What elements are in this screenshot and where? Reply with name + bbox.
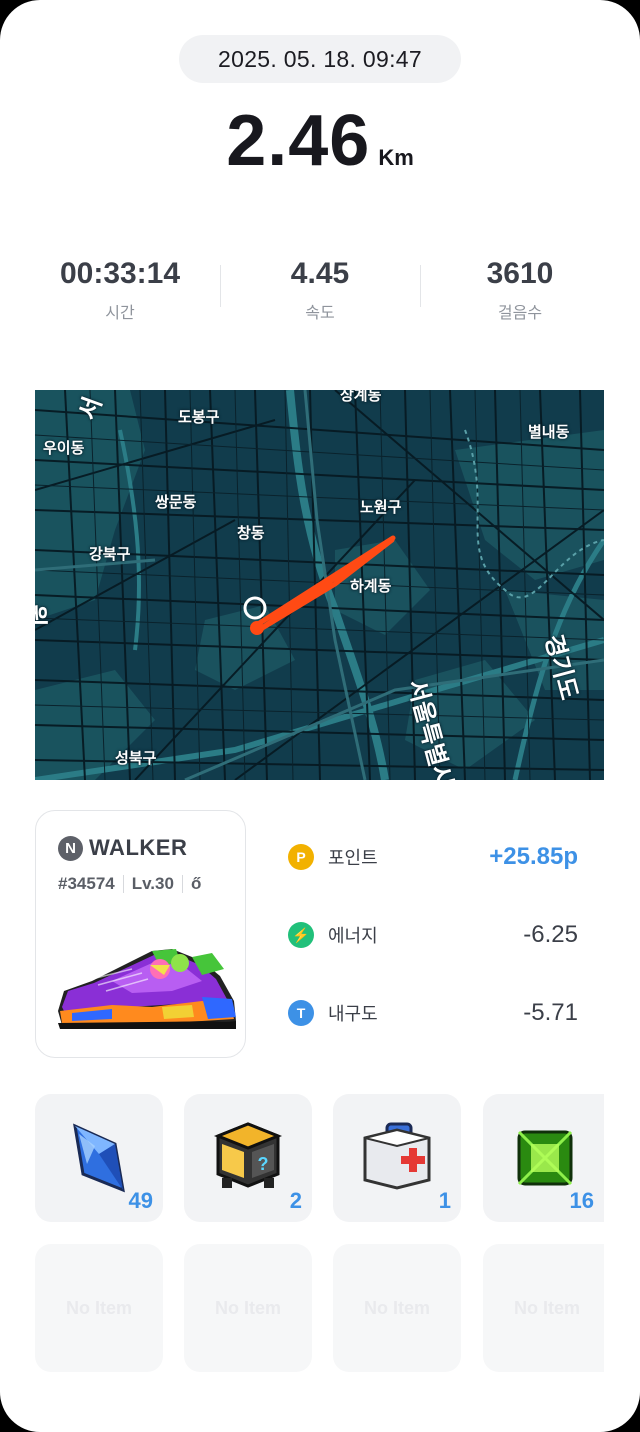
durability-icon: T	[288, 1000, 314, 1026]
reward-point-label: 포인트	[328, 848, 378, 869]
map-label-chang: 창동	[237, 524, 265, 542]
shoe-brand-name: WALKER	[89, 835, 188, 860]
empty-slot-label: No Item	[65, 1297, 132, 1318]
stats-row: 00:33:14 시간 4.45 속도 3610 걸음수	[20, 255, 620, 325]
stat-steps-value: 3610	[486, 257, 554, 290]
stat-speed-value: 4.45	[290, 257, 350, 290]
map-label-nowon: 노원구	[360, 498, 402, 516]
empty-slot-label: No Item	[363, 1297, 430, 1318]
energy-icon: ⚡	[288, 922, 314, 948]
map-label-hagye: 하계동	[350, 577, 392, 595]
map-label-byeollae: 별내동	[528, 423, 570, 441]
shoe-extra: ő	[190, 874, 202, 893]
empty-slot-label: No Item	[513, 1297, 580, 1318]
reward-durability-value: -5.71	[523, 999, 578, 1026]
reward-energy: ⚡ 에너지 -6.25	[288, 913, 578, 957]
inventory-count: 16	[569, 1188, 594, 1213]
stat-steps: 3610 걸음수	[420, 255, 620, 325]
inventory-slot-empty: No Item	[333, 1244, 461, 1372]
inventory-slot-gem[interactable]: 16	[483, 1094, 604, 1222]
run-summary-card: 2025. 05. 18. 09:47 2.46 Km 00:33:14 시간 …	[0, 0, 640, 1432]
shoe-meta: #34574 Lv.30 ő	[58, 874, 201, 894]
empty-slot-label: No Item	[214, 1297, 281, 1318]
stat-speed-label: 속도	[305, 303, 335, 322]
meta-divider	[122, 875, 124, 893]
shoe-card[interactable]: N WALKER #34574 Lv.30 ő	[35, 810, 246, 1058]
reward-durability: T 내구도 -5.71	[288, 991, 578, 1035]
shoe-id: #34574	[58, 874, 115, 893]
inventory-count: 49	[128, 1188, 153, 1213]
shoe-brand: N WALKER	[58, 835, 187, 861]
stat-time: 00:33:14 시간	[20, 255, 220, 325]
map-label-won: 원	[35, 604, 56, 626]
stat-time-label: 시간	[105, 303, 135, 322]
shoe-level: Lv.30	[131, 874, 174, 893]
map-label-seongbuk: 성북구	[115, 749, 157, 767]
reward-energy-label: 에너지	[328, 926, 378, 947]
meta-divider	[181, 875, 183, 893]
map-label-dobong: 도봉구	[178, 408, 220, 426]
inventory-count: 1	[438, 1188, 451, 1213]
sneaker-icon	[58, 949, 236, 1029]
stat-time-value: 00:33:14	[59, 257, 181, 290]
reward-durability-label: 내구도	[328, 1004, 378, 1025]
inventory-slot-empty: No Item	[483, 1244, 604, 1372]
reward-energy-value: -6.25	[523, 921, 578, 948]
inventory-count: 2	[289, 1188, 302, 1213]
inventory-slot-empty: No Item	[184, 1244, 312, 1372]
stat-steps-label: 걸음수	[497, 303, 543, 322]
inventory-slot-empty: No Item	[35, 1244, 163, 1372]
route-map[interactable]: 상계동 도봉구 별내동 우이동 쌍문동 노원구 창동 강북구 하계동 원 서울특…	[35, 390, 604, 780]
distance-display: 2.46 Km	[0, 100, 640, 190]
svg-text:?: ?	[258, 1154, 269, 1174]
map-label-ui: 우이동	[43, 439, 85, 457]
inventory-slot-crystal[interactable]: 49	[35, 1094, 163, 1222]
map-label-ssangmun: 쌍문동	[155, 493, 197, 511]
stat-speed: 4.45 속도	[220, 255, 420, 325]
map-label-sanggye: 상계동	[340, 390, 382, 404]
map-label-gangbuk: 강북구	[89, 545, 131, 563]
distance-value: 2.46	[226, 101, 371, 181]
brand-logo-icon: N	[58, 835, 83, 861]
datetime-pill: 2025. 05. 18. 09:47	[179, 35, 461, 83]
map-background	[35, 390, 604, 780]
inventory-slot-firstaid[interactable]: 1	[333, 1094, 461, 1222]
reward-point-value: +25.85p	[489, 843, 578, 870]
inventory-slot-box[interactable]: ? 2	[184, 1094, 312, 1222]
distance-unit: Km	[378, 145, 414, 170]
reward-point: P 포인트 +25.85p	[288, 835, 578, 879]
point-icon: P	[288, 844, 314, 870]
